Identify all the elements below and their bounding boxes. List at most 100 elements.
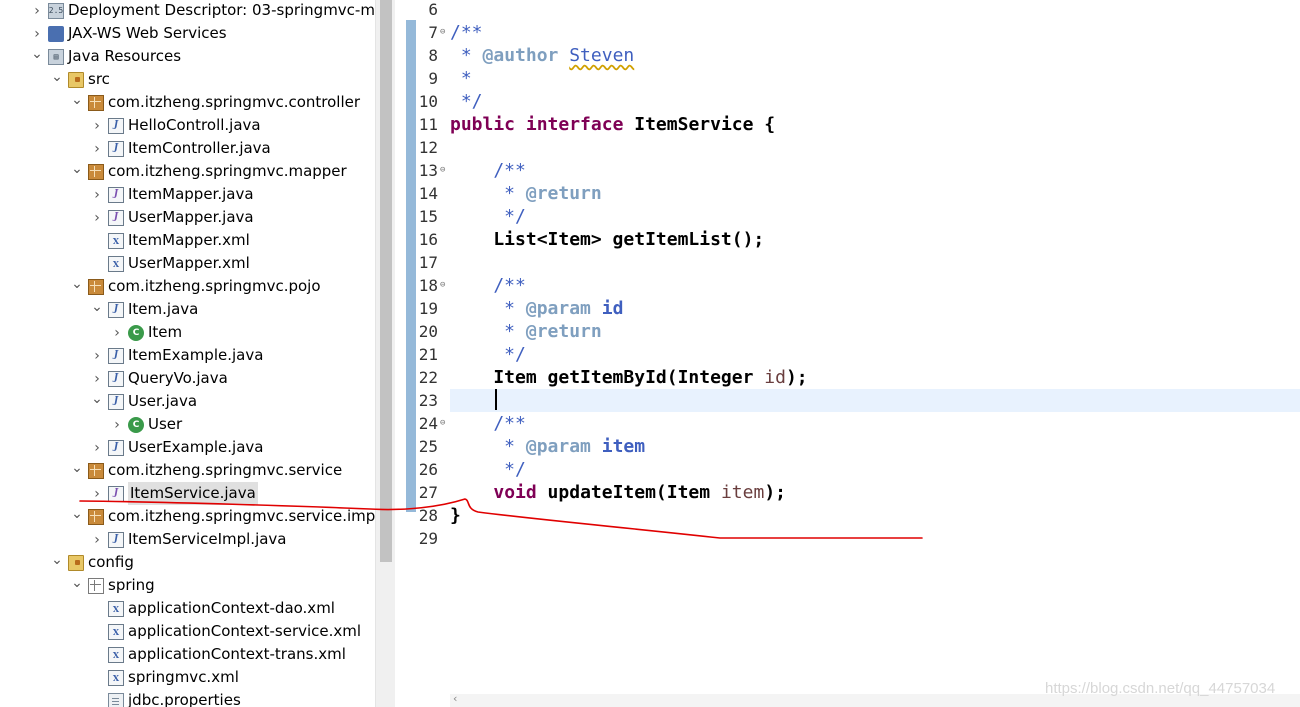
tree-item-src[interactable]: ⌄ src: [0, 68, 375, 91]
tree-item-queryvo[interactable]: › J QueryVo.java: [0, 367, 375, 390]
chevron-right-icon[interactable]: ›: [30, 3, 44, 19]
line-number: 6: [418, 0, 450, 21]
tree-item-java-resources[interactable]: ⌄ ▤ Java Resources: [0, 45, 375, 68]
tree-item-pkg-controller[interactable]: ⌄ com.itzheng.springmvc.controller: [0, 91, 375, 114]
chevron-down-icon[interactable]: ⌄: [90, 299, 104, 315]
explorer-scrollbar[interactable]: [375, 0, 395, 707]
line-number: 12: [418, 136, 450, 159]
chevron-right-icon[interactable]: ›: [90, 440, 104, 456]
tree-item-user-java[interactable]: ⌄ J User.java: [0, 390, 375, 413]
line-number-text: 14: [418, 184, 438, 203]
code-line[interactable]: */: [450, 90, 1300, 113]
tree-item-pkg-service-impl[interactable]: ⌄ com.itzheng.springmvc.service.impl: [0, 505, 379, 528]
tree-item-itemmapper-xml[interactable]: X ItemMapper.xml: [0, 229, 375, 252]
tree-item-pkg-spring[interactable]: ⌄ spring: [0, 574, 375, 597]
code-line[interactable]: *: [450, 67, 1300, 90]
code-line[interactable]: /**: [450, 412, 1300, 435]
code-line[interactable]: public interface ItemService {: [450, 113, 1300, 136]
code-line[interactable]: * @param id: [450, 297, 1300, 320]
chevron-down-icon[interactable]: ⌄: [70, 92, 84, 108]
chevron-right-icon[interactable]: ›: [90, 210, 104, 226]
chevron-down-icon[interactable]: ⌄: [70, 460, 84, 476]
chevron-down-icon[interactable]: ⌄: [90, 391, 104, 407]
code-line[interactable]: [450, 0, 1300, 21]
tree-item-jdbc-properties[interactable]: jdbc.properties: [0, 689, 375, 707]
code-line[interactable]: * @return: [450, 320, 1300, 343]
fold-collapse-icon[interactable]: ⊖: [440, 274, 445, 297]
chevron-down-icon[interactable]: ⌄: [70, 161, 84, 177]
tree-item-springmvc-xml[interactable]: Xspringmvc.xml: [0, 666, 375, 689]
fold-collapse-icon[interactable]: ⊖: [440, 412, 445, 435]
tree-item-itemmapper-java[interactable]: › J ItemMapper.java: [0, 183, 375, 206]
tree-item-deployment-descriptor[interactable]: › 2.5 Deployment Descriptor: 03-springmvc-…: [0, 0, 384, 22]
tree-item-pkg-service[interactable]: ⌄ com.itzheng.springmvc.service: [0, 459, 375, 482]
chevron-down-icon[interactable]: ⌄: [70, 575, 84, 591]
tree-item-item-java[interactable]: ⌄ J Item.java: [0, 298, 375, 321]
code-line[interactable]: Item getItemById(Integer id);: [450, 366, 1300, 389]
tree-item-itemexample[interactable]: › J ItemExample.java: [0, 344, 375, 367]
chevron-right-icon[interactable]: ›: [90, 486, 104, 502]
chevron-right-icon[interactable]: ›: [90, 532, 104, 548]
fold-collapse-icon[interactable]: ⊖: [440, 159, 445, 182]
line-number: 11: [418, 113, 450, 136]
chevron-right-icon[interactable]: ›: [110, 417, 124, 433]
code-line[interactable]: List<Item> getItemList();: [450, 228, 1300, 251]
chevron-right-icon[interactable]: ›: [110, 325, 124, 341]
code-token: *: [450, 298, 526, 319]
code-area[interactable]: /** * @author Steven * */public interfac…: [450, 0, 1300, 707]
code-line[interactable]: * @param item: [450, 435, 1300, 458]
chevron-down-icon[interactable]: ⌄: [30, 46, 44, 62]
tree-item-userexample[interactable]: › J UserExample.java: [0, 436, 375, 459]
code-line[interactable]: [450, 527, 1300, 550]
chevron-right-icon[interactable]: ›: [30, 26, 44, 42]
chevron-right-icon[interactable]: ›: [90, 187, 104, 203]
code-editor[interactable]: 6 7 ⊖ 8 9 10 11 12 13 ⊖ 14 15 16 17 18 ⊖ 19 20 21 22 23 24 ⊖ 25…: [400, 0, 1300, 707]
code-line[interactable]: */: [450, 343, 1300, 366]
code-token: ItemService {: [623, 114, 776, 135]
tree-item-usermapper-java[interactable]: › J UserMapper.java: [0, 206, 375, 229]
chevron-down-icon[interactable]: ⌄: [50, 69, 64, 85]
tree-item-appctx-dao[interactable]: XapplicationContext-dao.xml: [0, 597, 375, 620]
code-line[interactable]: /**: [450, 21, 1300, 44]
current-code-line[interactable]: [450, 389, 1300, 412]
chevron-down-icon[interactable]: ⌄: [70, 276, 84, 292]
chevron-down-icon[interactable]: ⌄: [50, 552, 64, 568]
code-line[interactable]: * @author Steven: [450, 44, 1300, 67]
chevron-right-icon[interactable]: ›: [90, 371, 104, 387]
chevron-down-icon[interactable]: ⌄: [70, 506, 84, 522]
chevron-right-icon[interactable]: ›: [90, 348, 104, 364]
code-line[interactable]: /**: [450, 159, 1300, 182]
chevron-right-icon[interactable]: ›: [90, 118, 104, 134]
code-token: List<Item> getItemList();: [450, 229, 765, 250]
tree-item-appctx-trans[interactable]: XapplicationContext-trans.xml: [0, 643, 375, 666]
java-file-icon: J: [108, 393, 124, 410]
tree-item-pkg-mapper[interactable]: ⌄ com.itzheng.springmvc.mapper: [0, 160, 375, 183]
code-line[interactable]: }: [450, 504, 1300, 527]
code-line[interactable]: */: [450, 205, 1300, 228]
tree-item-appctx-service[interactable]: XapplicationContext-service.xml: [0, 620, 375, 643]
chevron-right-icon[interactable]: ›: [90, 141, 104, 157]
tree-item-config[interactable]: ⌄ config: [0, 551, 375, 574]
fold-collapse-icon[interactable]: ⊖: [440, 21, 445, 44]
code-line[interactable]: */: [450, 458, 1300, 481]
tree-item-hellocontroll[interactable]: › J HelloControll.java: [0, 114, 375, 137]
code-line[interactable]: * @return: [450, 182, 1300, 205]
explorer-scroll-thumb[interactable]: [380, 0, 392, 562]
tree-item-itemservice[interactable]: › J ItemService.java: [0, 482, 375, 505]
tree-item-jaxws[interactable]: › JAX-WS Web Services: [0, 22, 375, 45]
tree-item-user-class[interactable]: › C User: [0, 413, 375, 436]
tree-item-itemcontroller[interactable]: › J ItemController.java: [0, 137, 375, 160]
code-line[interactable]: [450, 251, 1300, 274]
tree-item-item-class[interactable]: › C Item: [0, 321, 375, 344]
tree-item-pkg-pojo[interactable]: ⌄ com.itzheng.springmvc.pojo: [0, 275, 375, 298]
tree-item-usermapper-xml[interactable]: X UserMapper.xml: [0, 252, 375, 275]
tree-item-itemserviceimpl[interactable]: › J ItemServiceImpl.java: [0, 528, 375, 551]
overview-ruler[interactable]: [406, 20, 416, 512]
code-line[interactable]: /**: [450, 274, 1300, 297]
code-line[interactable]: [450, 136, 1300, 159]
code-line[interactable]: void updateItem(Item item);: [450, 481, 1300, 504]
scroll-left-icon[interactable]: ‹: [453, 692, 457, 705]
